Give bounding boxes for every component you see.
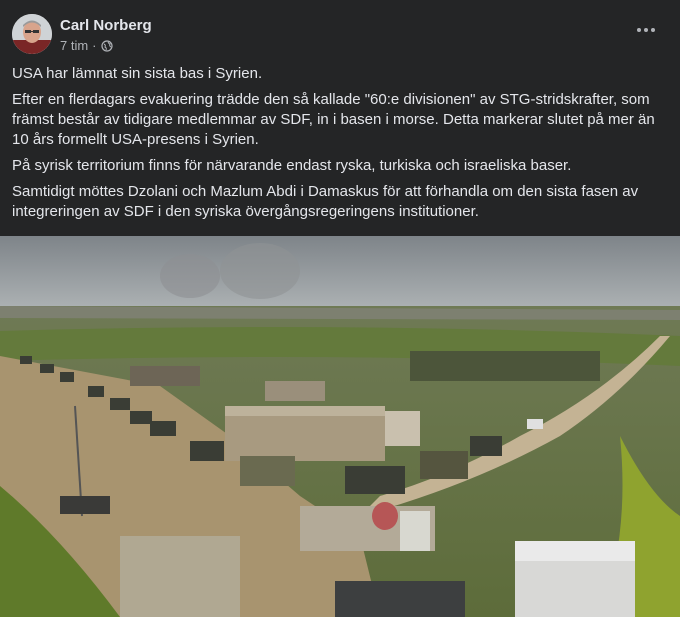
post-paragraph: Samtidigt möttes Dzolani och Mazlum Abdi…	[12, 183, 639, 220]
post-header: Carl Norberg 7 tim ·	[12, 14, 668, 58]
post-time[interactable]: 7 tim	[60, 38, 88, 53]
more-dot	[644, 28, 648, 32]
avatar-image	[12, 14, 52, 54]
meta-separator: ·	[92, 38, 97, 53]
avatar[interactable]	[12, 14, 52, 54]
more-options-icon[interactable]	[634, 22, 658, 38]
post-paragraph: USA har lämnat sin sista bas i Syrien.	[12, 65, 263, 82]
more-dot	[637, 28, 641, 32]
post-meta: 7 tim ·	[60, 38, 113, 53]
post-paragraph: På syrisk territorium finns för närvaran…	[12, 157, 572, 174]
more-dot	[651, 28, 655, 32]
post-photo[interactable]	[0, 236, 680, 617]
military-base-photo	[0, 236, 680, 617]
post-text: USA har lämnat sin sista bas i Syrien. E…	[12, 64, 666, 228]
globe-icon[interactable]	[100, 39, 113, 52]
post-paragraph: Efter en flerdagars evakuering trädde de…	[12, 91, 655, 148]
post-card: Carl Norberg 7 tim · USA har lämnat sin …	[0, 0, 680, 617]
author-name[interactable]: Carl Norberg	[60, 17, 152, 34]
